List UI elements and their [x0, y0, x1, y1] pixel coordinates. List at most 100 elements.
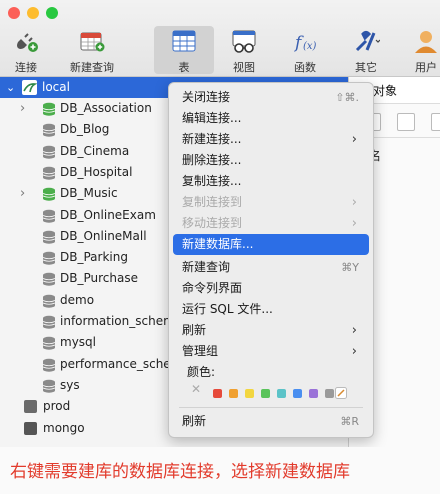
tree-item-label: DB_Parking: [60, 250, 128, 265]
menu-label: 编辑连接...: [182, 111, 242, 125]
chevron-right-icon[interactable]: ›: [20, 183, 25, 204]
menu-separator: [179, 407, 363, 408]
tree-item-label: DB_OnlineExam: [60, 207, 156, 222]
zoom-window-button[interactable]: [46, 7, 58, 19]
chevron-right-icon[interactable]: ›: [20, 98, 25, 119]
menu-command-line[interactable]: 命令列界面: [173, 278, 369, 299]
menu-new-database[interactable]: 新建数据库...: [173, 234, 369, 255]
menu-copy-connection[interactable]: 复制连接...: [173, 171, 369, 192]
color-swatch[interactable]: [309, 389, 318, 398]
menu-new-connection[interactable]: 新建连接... ›: [173, 129, 369, 150]
menu-label: 删除连接...: [182, 153, 242, 167]
menu-label: 命令列界面: [182, 281, 243, 295]
tree-item-label: DB_Purchase: [60, 271, 138, 286]
database-icon: [42, 379, 56, 393]
table-button[interactable]: 表: [154, 26, 214, 74]
database-icon: [42, 251, 56, 265]
mongodb-connection-icon: [24, 421, 37, 435]
tree-item-label: DB_Cinema: [60, 143, 130, 158]
menu-label: 移动连接到: [182, 216, 243, 230]
chevron-right-icon: ›: [351, 323, 357, 338]
new-query-icon: [80, 32, 105, 52]
plug-icon: [17, 33, 38, 52]
database-icon: [42, 124, 56, 137]
menu-delete-connection[interactable]: 删除连接...: [173, 150, 369, 171]
menu-refresh-submenu[interactable]: 刷新 ›: [173, 320, 369, 341]
database-icon: [42, 294, 56, 308]
database-icon: [42, 337, 56, 350]
menu-shortcut: ⇧⌘.: [335, 91, 359, 104]
menu-close-connection[interactable]: 关闭连接 ⇧⌘.: [173, 87, 369, 108]
color-swatch[interactable]: [229, 389, 238, 398]
database-open-icon: [42, 187, 56, 201]
connect-label: 连接: [15, 61, 37, 74]
menu-new-query[interactable]: 新建查询 ⌘Y: [173, 257, 369, 278]
database-icon: [42, 358, 56, 372]
menu-label: 刷新: [182, 323, 207, 337]
mysql-connection-icon: [22, 80, 37, 95]
view-icon: [232, 30, 256, 53]
color-swatch[interactable]: [245, 389, 254, 398]
color-swatch[interactable]: [277, 389, 286, 398]
view-button[interactable]: 视图: [218, 26, 270, 74]
menu-run-sql-file[interactable]: 运行 SQL 文件...: [173, 299, 369, 320]
tools-icon: [355, 31, 380, 52]
function-icon: f (x): [293, 33, 317, 53]
no-color-icon[interactable]: ✕: [191, 382, 201, 396]
user-icon: [415, 31, 437, 53]
svg-text:(x): (x): [303, 41, 317, 52]
menu-manage-group[interactable]: 管理组 ›: [173, 341, 369, 362]
color-swatch[interactable]: [325, 389, 334, 398]
color-swatch[interactable]: [213, 389, 222, 398]
tab-objects-label: 对象: [373, 84, 398, 98]
other-button[interactable]: 其它: [340, 26, 392, 74]
chevron-down-icon[interactable]: ⌄: [6, 77, 15, 98]
tree-item-label: mongo: [43, 420, 85, 435]
table-icon: [172, 30, 196, 52]
menu-label: 新建查询: [182, 260, 231, 274]
tree-item-label: Db_Blog: [60, 122, 110, 137]
design-table-icon[interactable]: [397, 113, 415, 131]
menu-shortcut: ⌘Y: [341, 261, 359, 274]
close-window-button[interactable]: [8, 7, 20, 19]
menu-label: 关闭连接: [182, 90, 231, 104]
menu-refresh[interactable]: 刷新 ⌘R: [173, 411, 369, 432]
database-icon: [42, 230, 56, 244]
chevron-right-icon: ›: [351, 216, 357, 231]
menu-label: 新建数据库...: [182, 237, 254, 251]
new-query-button[interactable]: 新建查询: [62, 26, 122, 74]
tree-item-label: DB_Hospital: [60, 164, 133, 179]
tree-item-label: prod: [43, 399, 71, 414]
tree-item-label: sys: [60, 377, 80, 392]
chevron-right-icon: ›: [351, 132, 357, 147]
table-label: 表: [178, 61, 190, 74]
tree-item-label: demo: [60, 292, 95, 307]
tree-item-label: DB_Association: [60, 101, 152, 115]
toolbar: 连接 新建查询 表 视图 f (x) 函数 其它 用户: [0, 0, 440, 77]
database-open-icon: [42, 102, 56, 116]
menu-label: 运行 SQL 文件...: [182, 302, 273, 316]
menu-copy-connection-to[interactable]: 复制连接到 ›: [173, 192, 369, 213]
instruction-caption: 右键需要建库的数据库连接，选择新建数据库: [0, 447, 440, 494]
chevron-right-icon: ›: [351, 344, 357, 359]
mysql-connection-icon: [24, 400, 37, 414]
custom-color-icon[interactable]: [335, 387, 347, 399]
connect-button[interactable]: 连接: [6, 26, 46, 74]
user-button[interactable]: 用户: [404, 26, 440, 74]
database-icon: [42, 273, 56, 287]
database-icon: [42, 209, 56, 223]
menu-label: 新建连接...: [182, 132, 242, 146]
color-swatch[interactable]: [293, 389, 302, 398]
menu-move-connection-to[interactable]: 移动连接到 ›: [173, 213, 369, 234]
menu-label: 复制连接...: [182, 174, 242, 188]
tree-item-label: local: [42, 80, 70, 94]
tree-item-label: information_schema: [60, 314, 183, 328]
function-button[interactable]: f (x) 函数: [280, 26, 330, 74]
database-icon: [42, 315, 56, 329]
tree-item-label: DB_Music: [60, 186, 118, 201]
minimize-window-button[interactable]: [27, 7, 39, 19]
tree-item-label: DB_OnlineMall: [60, 228, 147, 243]
color-swatch[interactable]: [261, 389, 270, 398]
menu-edit-connection[interactable]: 编辑连接...: [173, 108, 369, 129]
new-table-icon[interactable]: [431, 113, 440, 131]
